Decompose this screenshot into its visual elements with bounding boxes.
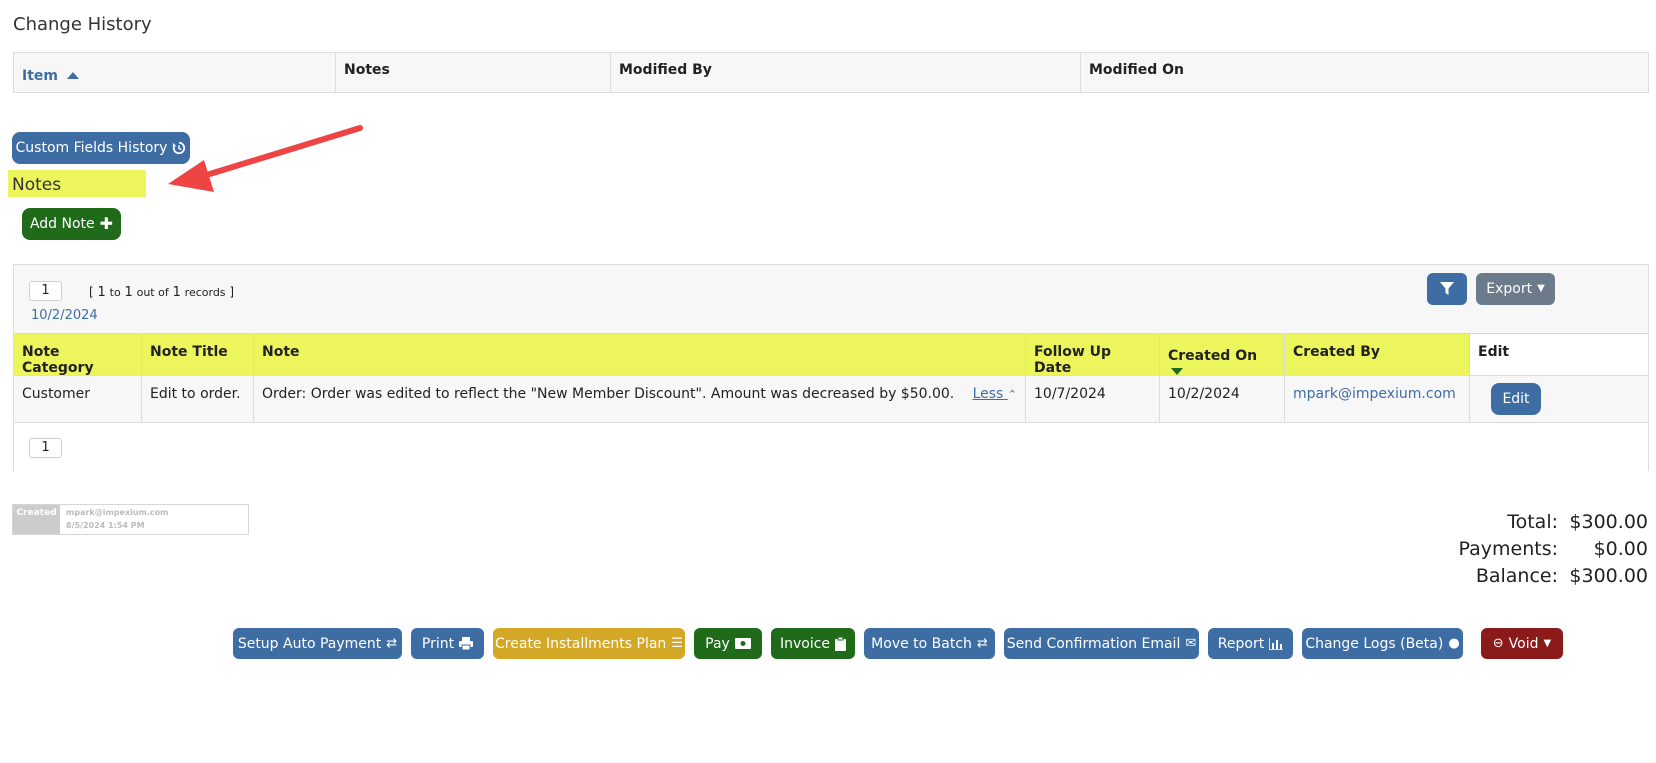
- print-button[interactable]: Print: [411, 628, 484, 659]
- send-confirmation-email-button[interactable]: Send Confirmation Email ✉: [1004, 628, 1199, 659]
- change-logs-button[interactable]: Change Logs (Beta) ●: [1302, 628, 1463, 659]
- pager-to-word: to: [109, 286, 121, 299]
- move-to-batch-button[interactable]: Move to Batch ⇄: [864, 628, 995, 659]
- send-confirmation-email-label: Send Confirmation Email: [1006, 635, 1181, 652]
- header-follow-up-date: Follow Up Date: [1026, 333, 1160, 376]
- invoice-button[interactable]: Invoice: [771, 628, 855, 659]
- pager-from: 1: [97, 285, 106, 300]
- cell-follow-up-date: 10/7/2024: [1026, 375, 1160, 422]
- pager-records: records: [184, 286, 226, 299]
- filter-icon: [1440, 282, 1454, 295]
- notes-grid: 1 [ 1 to 1 out of 1 records ] 10/2/2024 …: [13, 264, 1649, 471]
- export-button[interactable]: Export ▼: [1476, 273, 1555, 305]
- payments-label: Payments:: [1458, 538, 1558, 560]
- cell-note: Order: Order was edited to reflect the "…: [254, 375, 1026, 422]
- notes-title-text: Notes: [12, 175, 62, 195]
- note-text: Order: Order was edited to reflect the "…: [262, 386, 955, 402]
- void-label: Void: [1508, 635, 1539, 652]
- col-modified-by: Modified By: [611, 53, 1081, 92]
- export-label: Export: [1486, 281, 1533, 297]
- col-item-label: Item: [22, 68, 58, 84]
- print-label: Print: [421, 635, 455, 652]
- chevron-down-icon: ▼: [1537, 283, 1545, 294]
- edit-note-label: Edit: [1502, 391, 1530, 407]
- list-icon: ☰: [671, 636, 683, 651]
- notes-title: Notes: [8, 170, 146, 197]
- custom-fields-history-label: Custom Fields History: [15, 140, 168, 156]
- annotation-arrow: [168, 125, 363, 192]
- create-installments-plan-button[interactable]: Create Installments Plan ☰: [493, 628, 685, 659]
- void-chevron-down-icon: ▼: [1543, 637, 1552, 649]
- print-icon: [459, 637, 474, 650]
- exchange-icon: ⇄: [976, 636, 988, 651]
- pager-bracket-close: ]: [229, 285, 235, 299]
- created-stamp-date: 8/5/2024 1:54 PM: [66, 521, 145, 530]
- envelope-icon: ✉: [1185, 636, 1197, 651]
- balance-label: Balance:: [1475, 565, 1558, 587]
- change-history-title: Change History: [13, 14, 152, 35]
- void-button[interactable]: ⊖ Void ▼: [1481, 628, 1563, 659]
- report-button[interactable]: Report: [1208, 628, 1293, 659]
- plus-icon: ✚: [99, 214, 114, 233]
- pager-page-top[interactable]: 1: [29, 281, 62, 301]
- created-stamp: Created mpark@impexium.com 8/5/2024 1:54…: [12, 504, 249, 535]
- pager-out-of: out of: [136, 286, 169, 299]
- create-installments-plan-label: Create Installments Plan: [495, 635, 667, 652]
- col-notes: Notes: [336, 53, 611, 92]
- add-note-button[interactable]: Add Note ✚: [22, 208, 121, 240]
- pager-total: 1: [172, 285, 181, 300]
- report-label: Report: [1217, 635, 1265, 652]
- circle-icon: ●: [1448, 636, 1460, 651]
- setup-auto-payment-label: Setup Auto Payment: [237, 635, 382, 652]
- pay-label: Pay: [705, 635, 730, 652]
- setup-auto-payment-button[interactable]: Setup Auto Payment ⇄: [233, 628, 402, 659]
- cell-created-on: 10/2/2024: [1160, 375, 1285, 422]
- sort-desc-icon: [1171, 368, 1183, 375]
- grid-footer: 1: [14, 422, 1648, 471]
- change-logs-label: Change Logs (Beta): [1305, 635, 1444, 652]
- total-label: Total:: [1507, 511, 1558, 533]
- add-note-label: Add Note: [29, 216, 95, 232]
- pager-bracket-open: [: [89, 285, 94, 299]
- header-created-by: Created By: [1285, 333, 1470, 375]
- balance-value: $300.00: [1569, 565, 1648, 587]
- header-edit: Edit: [1470, 333, 1648, 375]
- change-history-table: Item Notes Modified By Modified On: [13, 52, 1649, 93]
- grid-date-label: 10/2/2024: [31, 308, 98, 323]
- total-value: $300.00: [1569, 511, 1648, 533]
- pay-button[interactable]: Pay: [694, 628, 762, 659]
- cell-edit: Edit: [1470, 375, 1648, 422]
- cell-note-title: Edit to order.: [142, 375, 254, 422]
- money-icon: [734, 638, 751, 649]
- move-to-batch-label: Move to Batch: [871, 635, 972, 652]
- created-stamp-label: Created: [13, 505, 60, 534]
- col-modified-on: Modified On: [1089, 62, 1185, 78]
- edit-note-button[interactable]: Edit: [1491, 383, 1541, 415]
- filter-button[interactable]: [1427, 273, 1467, 305]
- header-created-on[interactable]: Created On: [1160, 333, 1285, 375]
- pager-summary: [ 1 to 1 out of 1 records ]: [89, 285, 234, 300]
- less-link[interactable]: Less ⌃: [973, 386, 1017, 402]
- pager-to: 1: [124, 285, 133, 300]
- pager-page-bottom[interactable]: 1: [29, 438, 62, 458]
- header-created-on-label: Created On: [1168, 348, 1258, 364]
- payments-value: $0.00: [1593, 538, 1648, 560]
- header-note: Note: [254, 333, 1026, 375]
- clipboard-icon: [835, 636, 847, 651]
- chevron-up-icon: ⌃: [1007, 388, 1017, 401]
- col-item[interactable]: Item: [14, 53, 336, 92]
- header-note-category: Note Category: [14, 333, 142, 376]
- refresh-icon: ⇄: [386, 636, 398, 651]
- cell-created-by[interactable]: mpark@impexium.com: [1285, 375, 1470, 422]
- created-stamp-user: mpark@impexium.com: [66, 508, 169, 517]
- minus-circle-icon: ⊖: [1492, 636, 1504, 651]
- sort-asc-icon: [66, 72, 79, 79]
- header-note-title: Note Title: [142, 333, 254, 375]
- chart-icon: [1269, 637, 1284, 650]
- cell-note-category: Customer: [14, 375, 142, 422]
- less-link-label: Less: [972, 386, 1004, 402]
- invoice-label: Invoice: [779, 635, 831, 652]
